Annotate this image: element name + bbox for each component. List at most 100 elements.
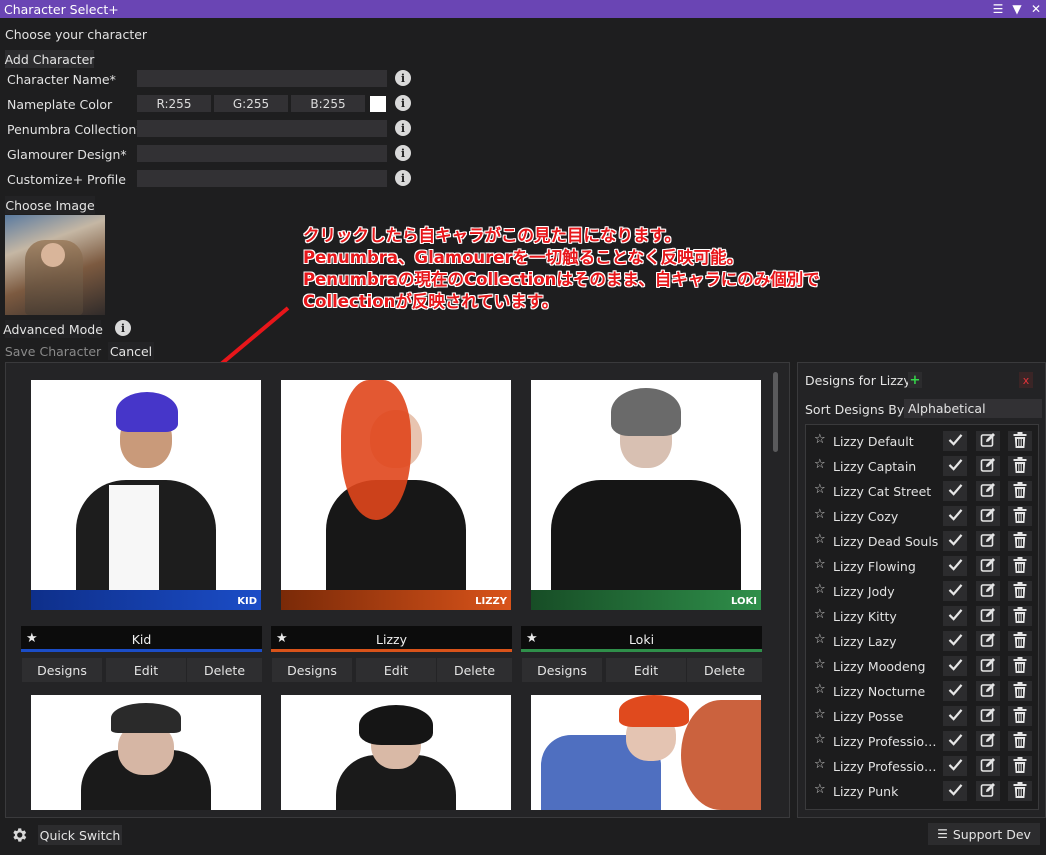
customize-profile-input[interactable]	[137, 170, 387, 187]
design-row[interactable]: ☆ Lizzy Posse	[806, 704, 1038, 729]
edit-design-button[interactable]	[976, 506, 1000, 526]
glamourer-design-input[interactable]	[137, 145, 387, 162]
delete-button[interactable]: Delete	[187, 658, 262, 682]
favorite-star-icon[interactable]: ☆	[814, 557, 826, 572]
choose-image-button[interactable]: Choose Image	[5, 196, 95, 214]
delete-design-button[interactable]	[1008, 431, 1032, 451]
edit-design-button[interactable]	[976, 481, 1000, 501]
delete-design-button[interactable]	[1008, 581, 1032, 601]
favorite-star-icon[interactable]: ☆	[814, 657, 826, 672]
favorite-star-icon[interactable]: ☆	[814, 457, 826, 472]
character-card-lizzy[interactable]: LIZZY	[281, 380, 511, 610]
character-card-loki[interactable]: LOKI	[531, 380, 761, 610]
edit-button[interactable]: Edit	[606, 658, 686, 682]
character-image-preview[interactable]	[5, 215, 105, 315]
green-input[interactable]: G:255	[214, 95, 288, 112]
delete-button[interactable]: Delete	[437, 658, 512, 682]
delete-button[interactable]: Delete	[687, 658, 762, 682]
grid-scrollbar[interactable]	[773, 372, 778, 452]
apply-design-button[interactable]	[943, 681, 967, 701]
delete-design-button[interactable]	[1008, 731, 1032, 751]
character-name-input[interactable]	[137, 70, 387, 87]
design-row[interactable]: ☆ Lizzy Cozy	[806, 504, 1038, 529]
delete-design-button[interactable]	[1008, 556, 1032, 576]
edit-design-button[interactable]	[976, 456, 1000, 476]
favorite-star-icon[interactable]: ☆	[814, 757, 826, 772]
apply-design-button[interactable]	[943, 606, 967, 626]
info-icon[interactable]: i	[395, 145, 411, 161]
design-row[interactable]: ☆ Lizzy Default	[806, 429, 1038, 454]
apply-design-button[interactable]	[943, 431, 967, 451]
apply-design-button[interactable]	[943, 481, 967, 501]
add-character-button[interactable]: Add Character	[5, 50, 94, 68]
designs-button[interactable]: Designs	[272, 658, 352, 682]
delete-design-button[interactable]	[1008, 606, 1032, 626]
delete-design-button[interactable]	[1008, 506, 1032, 526]
advanced-mode-button[interactable]: Advanced Mode	[3, 320, 103, 338]
design-row[interactable]: ☆ Lizzy Cat Street	[806, 479, 1038, 504]
favorite-star-icon[interactable]: ☆	[814, 682, 826, 697]
red-input[interactable]: R:255	[137, 95, 211, 112]
design-row[interactable]: ☆ Lizzy Moodeng	[806, 654, 1038, 679]
character-card[interactable]	[281, 695, 511, 810]
cancel-button[interactable]: Cancel	[108, 342, 154, 360]
designs-button[interactable]: Designs	[522, 658, 602, 682]
character-card[interactable]	[31, 695, 261, 810]
quick-switch-button[interactable]: Quick Switch	[38, 825, 122, 845]
favorite-star-icon[interactable]: ☆	[814, 632, 826, 647]
favorite-star-icon[interactable]: ☆	[814, 782, 826, 797]
favorite-star-icon[interactable]: ☆	[814, 607, 826, 622]
character-card-kid[interactable]: KID	[31, 380, 261, 610]
edit-design-button[interactable]	[976, 606, 1000, 626]
apply-design-button[interactable]	[943, 456, 967, 476]
delete-design-button[interactable]	[1008, 531, 1032, 551]
apply-design-button[interactable]	[943, 556, 967, 576]
delete-design-button[interactable]	[1008, 631, 1032, 651]
character-namebar-lizzy[interactable]: ★ Lizzy	[271, 626, 512, 652]
penumbra-collection-input[interactable]	[137, 120, 387, 137]
support-dev-button[interactable]: ☰ Support Dev	[928, 823, 1040, 845]
edit-design-button[interactable]	[976, 531, 1000, 551]
collapse-icon[interactable]: ▼	[1011, 1, 1023, 17]
delete-design-button[interactable]	[1008, 481, 1032, 501]
design-row[interactable]: ☆ Lizzy Captain	[806, 454, 1038, 479]
design-row[interactable]: ☆ Lizzy Flowing	[806, 554, 1038, 579]
edit-button[interactable]: Edit	[106, 658, 186, 682]
edit-design-button[interactable]	[976, 781, 1000, 801]
edit-design-button[interactable]	[976, 631, 1000, 651]
favorite-star-icon[interactable]: ☆	[814, 532, 826, 547]
favorite-star-icon[interactable]: ☆	[814, 432, 826, 447]
apply-design-button[interactable]	[943, 531, 967, 551]
close-designs-button[interactable]: x	[1019, 372, 1033, 388]
favorite-star-icon[interactable]: ☆	[814, 507, 826, 522]
design-row[interactable]: ☆ Lizzy Jody	[806, 579, 1038, 604]
info-icon[interactable]: i	[395, 95, 411, 111]
info-icon[interactable]: i	[395, 170, 411, 186]
design-row[interactable]: ☆ Lizzy Lazy	[806, 629, 1038, 654]
apply-design-button[interactable]	[943, 506, 967, 526]
info-icon[interactable]: i	[115, 320, 131, 336]
favorite-star-icon[interactable]: ☆	[814, 732, 826, 747]
edit-design-button[interactable]	[976, 731, 1000, 751]
design-row[interactable]: ☆ Lizzy Professional 2	[806, 754, 1038, 779]
apply-design-button[interactable]	[943, 756, 967, 776]
character-namebar-kid[interactable]: ★ Kid	[21, 626, 262, 652]
delete-design-button[interactable]	[1008, 756, 1032, 776]
favorite-star-icon[interactable]: ☆	[814, 482, 826, 497]
apply-design-button[interactable]	[943, 731, 967, 751]
design-row[interactable]: ☆ Lizzy Kitty	[806, 604, 1038, 629]
favorite-star-icon[interactable]: ☆	[814, 707, 826, 722]
delete-design-button[interactable]	[1008, 456, 1032, 476]
apply-design-button[interactable]	[943, 581, 967, 601]
character-card[interactable]	[531, 695, 761, 810]
apply-design-button[interactable]	[943, 706, 967, 726]
edit-design-button[interactable]	[976, 431, 1000, 451]
blue-input[interactable]: B:255	[291, 95, 365, 112]
edit-design-button[interactable]	[976, 581, 1000, 601]
color-swatch[interactable]	[370, 96, 386, 112]
apply-design-button[interactable]	[943, 631, 967, 651]
designs-button[interactable]: Designs	[22, 658, 102, 682]
design-row[interactable]: ☆ Lizzy Dead Souls	[806, 529, 1038, 554]
delete-design-button[interactable]	[1008, 656, 1032, 676]
edit-button[interactable]: Edit	[356, 658, 436, 682]
